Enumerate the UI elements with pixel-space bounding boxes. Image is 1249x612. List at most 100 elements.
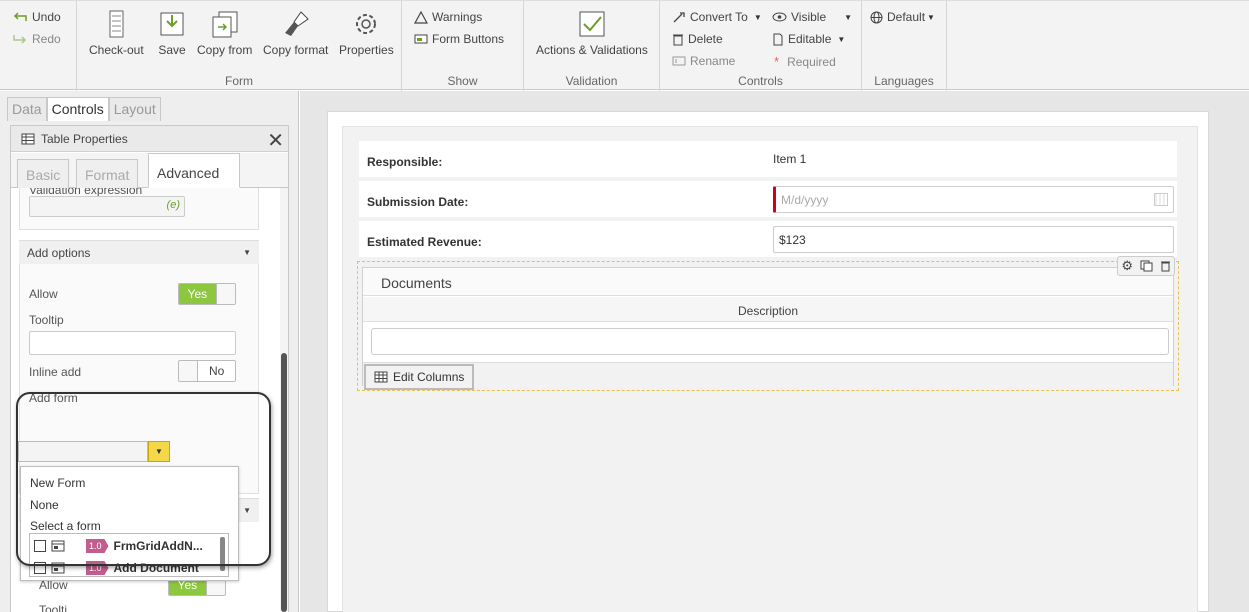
description-input[interactable]: [371, 328, 1169, 355]
tab-controls[interactable]: Controls: [46, 97, 109, 121]
form-list: 1.0 FrmGridAddN... 1.0 Add Document: [29, 533, 229, 577]
properties-scrollbar[interactable]: [280, 188, 288, 612]
add-form-select[interactable]: [18, 441, 148, 462]
calendar-icon[interactable]: [1154, 193, 1168, 206]
form-list-scrollbar[interactable]: [220, 537, 225, 571]
copy-from-button[interactable]: Copy from: [197, 9, 252, 57]
dropdown-item-select-form: Select a form: [30, 519, 101, 533]
properties-label: Properties: [339, 43, 394, 57]
chevron-down-icon: ▼: [927, 12, 935, 22]
row-submission-date: Submission Date: M/d/yyyy: [359, 181, 1177, 217]
show-group: Warnings Form Buttons Show: [402, 1, 524, 91]
checkbox[interactable]: [34, 562, 46, 574]
properties-header: Table Properties ✕: [11, 126, 288, 152]
inline-add-toggle[interactable]: No: [178, 360, 236, 382]
documents-table-selection[interactable]: Documents Description Edit Columns ⚙: [357, 256, 1179, 391]
properties-button[interactable]: Properties: [339, 9, 394, 57]
add-options-header[interactable]: Add options ▼: [19, 240, 259, 264]
save-button[interactable]: Save: [157, 9, 187, 57]
allow-toggle-value: Yes: [179, 284, 216, 304]
form-name: Add Document: [113, 561, 199, 575]
form-buttons-icon: [414, 34, 428, 44]
gear-icon[interactable]: ⚙: [1121, 258, 1133, 274]
responsible-value[interactable]: Item 1: [773, 152, 806, 166]
convert-icon: [673, 11, 685, 22]
add-form-dropdown-button[interactable]: ▼: [148, 441, 170, 462]
validation-expression-input[interactable]: (e): [29, 196, 185, 217]
editable-button[interactable]: Editable ▼: [772, 32, 845, 46]
language-default-button[interactable]: Default ▼: [870, 10, 935, 24]
tab-advanced[interactable]: Advanced: [148, 153, 240, 188]
validation-group: Actions & Validations Validation: [524, 1, 660, 91]
asterisk-icon: *: [774, 54, 780, 69]
tooltip-label: Tooltip: [29, 313, 64, 327]
convert-to-label: Convert To: [690, 10, 748, 24]
row-responsible: Responsible: Item 1: [359, 141, 1177, 177]
tab-format[interactable]: Format: [76, 159, 139, 188]
convert-to-button[interactable]: Convert To ▼: [672, 10, 762, 24]
chevron-down-icon: ▼: [155, 447, 163, 456]
checkout-button[interactable]: Check-out: [89, 9, 144, 57]
trash-icon[interactable]: [1160, 260, 1171, 272]
form-buttons-label: Form Buttons: [432, 32, 505, 46]
dropdown-item-none[interactable]: None: [30, 498, 59, 512]
controls-group-label: Controls: [738, 74, 783, 88]
warnings-button[interactable]: Warnings: [414, 10, 482, 24]
add-options-title: Add options: [27, 245, 91, 260]
inline-add-label: Inline add: [29, 365, 82, 379]
actions-validations-button[interactable]: Actions & Validations: [536, 9, 648, 57]
tab-basic[interactable]: Basic: [17, 159, 70, 188]
copy-icon[interactable]: [1140, 260, 1153, 272]
visible-button[interactable]: Visible ▼: [772, 10, 852, 24]
estimated-revenue-input[interactable]: $123: [773, 226, 1174, 253]
form-page: Responsible: Item 1 Submission Date: M/d…: [327, 111, 1209, 612]
tab-data[interactable]: Data: [7, 97, 47, 121]
delete-button[interactable]: Delete: [672, 32, 723, 46]
save-icon: [160, 12, 184, 36]
form-buttons-button[interactable]: Form Buttons: [414, 32, 504, 46]
copy-format-button[interactable]: Copy format: [263, 9, 328, 57]
languages-group: Default ▼ Languages: [862, 1, 947, 91]
left-panel: Data Controls Layout Table Properties ✕ …: [0, 91, 299, 612]
undo-icon: [13, 12, 27, 21]
table-icon: [21, 133, 35, 144]
redo-button[interactable]: Redo: [12, 32, 61, 46]
close-icon[interactable]: ✕: [267, 128, 284, 153]
properties-title: Table Properties: [41, 131, 128, 146]
undo-button[interactable]: Undo: [12, 10, 61, 24]
allow-toggle[interactable]: Yes: [178, 283, 236, 305]
rename-icon: [672, 56, 686, 66]
editable-icon: [773, 33, 783, 45]
delete-label: Delete: [688, 32, 723, 46]
checkout-icon: [109, 10, 124, 38]
submission-date-label: Submission Date:: [367, 195, 469, 209]
documents-table: Documents Description Edit Columns: [362, 267, 1174, 390]
redo-icon: [13, 35, 27, 44]
checkbox[interactable]: [34, 540, 46, 552]
scrollbar-thumb[interactable]: [281, 353, 287, 612]
save-label: Save: [158, 43, 186, 57]
list-item[interactable]: 1.0 Add Document: [30, 557, 218, 576]
required-button[interactable]: * Required: [774, 54, 836, 69]
chevron-down-icon: ▼: [844, 12, 853, 22]
version-badge: 1.0: [86, 539, 109, 553]
description-column-header: Description: [363, 297, 1173, 322]
tooltip-input[interactable]: [29, 331, 236, 355]
copy-from-label: Copy from: [197, 43, 253, 57]
estimated-revenue-label: Estimated Revenue:: [367, 235, 482, 249]
list-item[interactable]: 1.0 FrmGridAddN...: [30, 535, 218, 557]
edit-columns-button[interactable]: Edit Columns: [364, 364, 475, 390]
documents-footer: Edit Columns: [363, 362, 1173, 390]
date-placeholder: M/d/yyyy: [781, 193, 829, 207]
toggle-knob: [179, 361, 199, 381]
show-group-label: Show: [447, 74, 478, 88]
properties-tabs: Basic Format Advanced: [11, 153, 288, 188]
eye-icon: [772, 12, 787, 22]
redo-label: Redo: [32, 32, 61, 46]
dropdown-item-new-form[interactable]: New Form: [30, 476, 85, 490]
lower-tooltip-label: Toolti: [39, 603, 68, 612]
submission-date-input[interactable]: M/d/yyyy: [773, 186, 1174, 213]
undo-label: Undo: [32, 10, 61, 24]
tab-layout[interactable]: Layout: [108, 97, 161, 121]
rename-button[interactable]: Rename: [672, 54, 735, 68]
